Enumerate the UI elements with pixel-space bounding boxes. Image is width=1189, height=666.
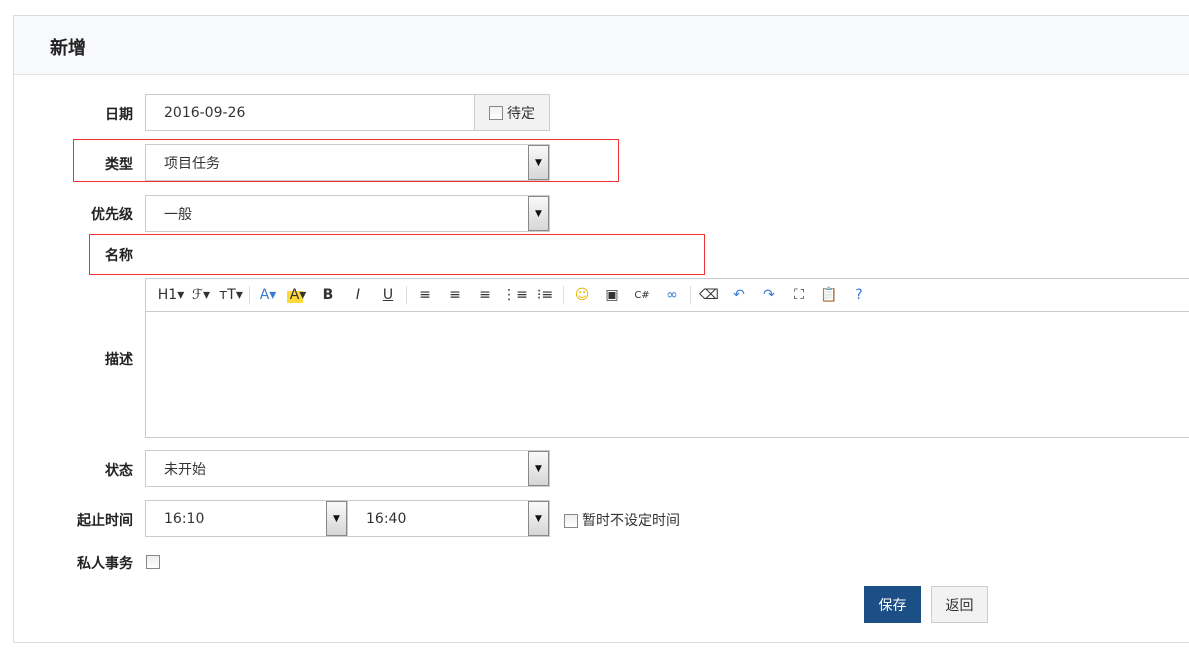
chevron-down-icon[interactable]: ▼ bbox=[528, 196, 549, 231]
align-center-icon[interactable]: ≡ bbox=[440, 287, 470, 303]
date-label: 日期 bbox=[105, 107, 133, 123]
end-time-value: 16:40 bbox=[366, 510, 407, 527]
type-value: 项目任务 bbox=[164, 155, 220, 172]
description-editor[interactable]: H1▾ ℱ▾ тT▾ A▾ A▾ B I U ≡ ≡ ≡ ⋮≡ ⁝≡ ☺ ▣ C# ∞ ⌫ ↶ ↷ ⛶ 📋? bbox=[145, 278, 1189, 438]
pending-checkbox[interactable]: 待定 bbox=[474, 94, 550, 131]
underline-icon[interactable]: U bbox=[373, 287, 403, 303]
private-checkbox[interactable] bbox=[146, 555, 160, 569]
toolbar-separator bbox=[563, 286, 564, 304]
pending-label: 待定 bbox=[507, 105, 535, 122]
redo-icon[interactable]: ↷ bbox=[754, 287, 784, 303]
date-input[interactable]: 2016-09-26 bbox=[145, 94, 475, 131]
status-label: 状态 bbox=[105, 463, 133, 479]
priority-label: 优先级 bbox=[91, 207, 133, 223]
fullscreen-icon[interactable]: ⛶ bbox=[784, 287, 814, 303]
time-label: 起止时间 bbox=[77, 513, 133, 529]
type-select[interactable]: 项目任务 ▼ bbox=[145, 144, 550, 181]
description-label: 描述 bbox=[105, 352, 133, 368]
font-size-icon[interactable]: тT▾ bbox=[216, 287, 246, 303]
toolbar-separator bbox=[249, 286, 250, 304]
toolbar-separator bbox=[406, 286, 407, 304]
chevron-down-icon[interactable]: ▼ bbox=[528, 501, 549, 536]
emoji-icon[interactable]: ☺ bbox=[567, 287, 597, 303]
priority-select[interactable]: 一般 ▼ bbox=[145, 195, 550, 232]
chevron-down-icon[interactable]: ▼ bbox=[528, 451, 549, 486]
align-left-icon[interactable]: ≡ bbox=[410, 287, 440, 303]
private-label: 私人事务 bbox=[77, 556, 133, 572]
ordered-list-icon[interactable]: ⋮≡ bbox=[500, 287, 530, 303]
status-value: 未开始 bbox=[164, 461, 206, 478]
italic-icon[interactable]: I bbox=[343, 287, 373, 303]
help-icon[interactable]: ? bbox=[844, 287, 874, 303]
paste-icon[interactable]: 📋 bbox=[814, 287, 844, 303]
back-button[interactable]: 返回 bbox=[931, 586, 988, 623]
type-label: 类型 bbox=[105, 157, 133, 173]
name-highlight bbox=[89, 234, 705, 275]
highlight-icon[interactable]: A▾ bbox=[283, 287, 313, 303]
code-icon[interactable]: C# bbox=[627, 290, 657, 301]
checkbox-icon bbox=[564, 514, 578, 528]
page-title: 新增 bbox=[14, 16, 1189, 75]
font-family-icon[interactable]: ℱ▾ bbox=[186, 287, 216, 303]
no-time-label: 暂时不设定时间 bbox=[582, 513, 680, 529]
no-time-checkbox[interactable]: 暂时不设定时间 bbox=[564, 510, 680, 530]
undo-icon[interactable]: ↶ bbox=[724, 287, 754, 303]
chevron-down-icon[interactable]: ▼ bbox=[326, 501, 347, 536]
status-select[interactable]: 未开始 ▼ bbox=[145, 450, 550, 487]
save-button[interactable]: 保存 bbox=[864, 586, 921, 623]
chevron-down-icon[interactable]: ▼ bbox=[528, 145, 549, 180]
priority-value: 一般 bbox=[164, 206, 192, 223]
checkbox-icon bbox=[489, 105, 503, 120]
start-time-value: 16:10 bbox=[164, 510, 205, 527]
eraser-icon[interactable]: ⌫ bbox=[694, 287, 724, 303]
name-label: 名称 bbox=[105, 248, 133, 264]
heading-icon[interactable]: H1▾ bbox=[156, 287, 186, 303]
toolbar-separator bbox=[690, 286, 691, 304]
font-color-icon[interactable]: A▾ bbox=[253, 287, 283, 303]
image-icon[interactable]: ▣ bbox=[597, 287, 627, 303]
align-right-icon[interactable]: ≡ bbox=[470, 287, 500, 303]
bold-icon[interactable]: B bbox=[313, 287, 343, 303]
start-time-select[interactable]: 16:10 ▼ bbox=[145, 500, 348, 537]
end-time-select[interactable]: 16:40 ▼ bbox=[347, 500, 550, 537]
unordered-list-icon[interactable]: ⁝≡ bbox=[530, 287, 560, 303]
link-icon[interactable]: ∞ bbox=[657, 287, 687, 303]
editor-toolbar: H1▾ ℱ▾ тT▾ A▾ A▾ B I U ≡ ≡ ≡ ⋮≡ ⁝≡ ☺ ▣ C# ∞ ⌫ ↶ ↷ ⛶ 📋? bbox=[146, 279, 1189, 312]
